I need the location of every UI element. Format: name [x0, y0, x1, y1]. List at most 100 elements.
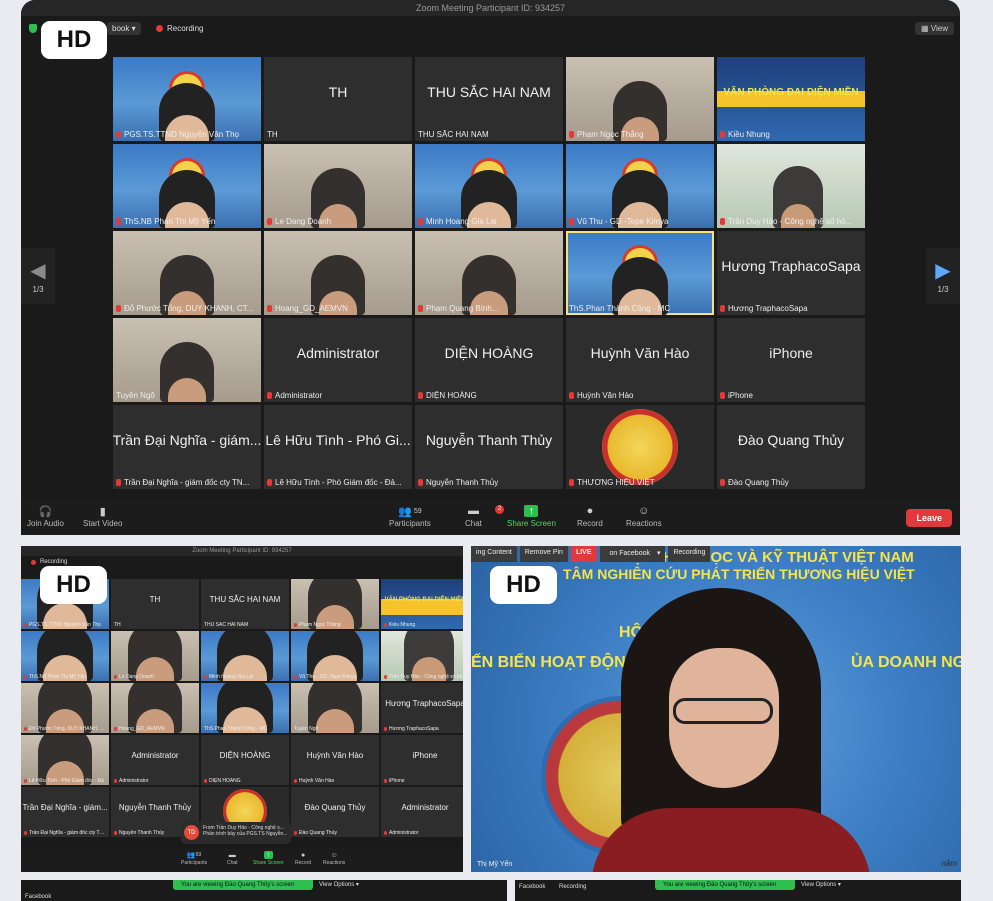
- share-screen-button[interactable]: ↑ Share Screen: [507, 505, 556, 528]
- chat-button[interactable]: ▬ 2 Chat: [465, 505, 504, 528]
- participant-tile[interactable]: Trần Đại Nghĩa - giám... Trần Đại Nghĩa -…: [21, 787, 109, 837]
- leave-button[interactable]: Leave: [906, 509, 952, 527]
- facebook-live-button[interactable]: Facebook: [25, 894, 51, 900]
- participant-tile[interactable]: Vũ Thu - GD -Tepe Kimya: [291, 631, 379, 681]
- participant-tile[interactable]: Tuyền Ngô: [113, 318, 261, 402]
- participants-button[interactable]: 👥 59 Participants: [181, 851, 207, 866]
- view-options-button[interactable]: View Options ▾: [801, 881, 841, 888]
- participant-tile[interactable]: Đỗ Phước Tống, DUY KHANH, CT...: [21, 683, 109, 733]
- participant-tile[interactable]: Trần Duy Hảo - Công nghệ số hó...: [717, 144, 865, 228]
- participant-tile[interactable]: Trần Đại Nghĩa - giám... Trần Đại Nghĩa -…: [113, 405, 261, 489]
- zoom-speaker-screenshot: HỘI KHOA HỌC VÀ KỸ THUẬT VIỆT NAM TÂM NG…: [471, 546, 961, 872]
- zoom-gallery-screenshot-small: Zoom Meeting Participant ID: 934257 Reco…: [21, 546, 463, 872]
- participant-tile[interactable]: ThS.NB Phan Thị Mỹ Yến: [113, 144, 261, 228]
- share-screen-button[interactable]: ↑ Share Screen: [253, 851, 284, 866]
- recording-indicator[interactable]: Recording: [668, 546, 711, 562]
- participant-tile[interactable]: Minh Hoang Gia Lai: [415, 144, 563, 228]
- remove-pin-button[interactable]: Remove Pin: [519, 546, 568, 562]
- record-button[interactable]: ● Record: [577, 505, 603, 528]
- participant-tile[interactable]: Le Dang Doanh: [264, 144, 412, 228]
- participant-tile[interactable]: iPhone iPhone: [717, 318, 865, 402]
- participant-tile[interactable]: ThS.Phan Thành Công - MC: [201, 683, 289, 733]
- participant-tile[interactable]: Hương TraphacoSapa Hương TraphacoSapa: [717, 231, 865, 315]
- view-button[interactable]: ▦ View: [915, 22, 954, 35]
- mic-muted-icon: [267, 218, 272, 225]
- recording-indicator[interactable]: Recording: [31, 559, 67, 565]
- participant-tile[interactable]: iPhone iPhone: [381, 735, 463, 785]
- participant-tile[interactable]: Đỗ Phước Tống, DUY KHANH, CT...: [113, 231, 261, 315]
- active-speaker-video: [591, 588, 871, 872]
- recording-indicator[interactable]: Recording: [559, 884, 586, 890]
- participant-tile[interactable]: Đào Quang Thủy Đào Quang Thủy: [717, 405, 865, 489]
- facebook-live-button[interactable]: Facebook: [519, 884, 545, 890]
- participant-tile[interactable]: THƯƠNG HIỆU VIỆT: [566, 405, 714, 489]
- live-badge[interactable]: LIVE: [570, 546, 597, 562]
- participant-name-label: Nguyễn Thanh Thủy: [418, 478, 560, 487]
- join-audio-button[interactable]: 🎧 Join Audio: [27, 505, 64, 529]
- participant-name-label: Trần Đại Nghĩa - giám đốc cty TN...: [24, 830, 106, 836]
- backdrop-year-text: năm: [941, 859, 957, 868]
- participant-tile[interactable]: THU SẮC HAI NAM THU SẮC HAI NAM: [415, 57, 563, 141]
- participant-tile[interactable]: VĂN PHÒNG ĐẠI DIỆN MIỀN Kiều Nhung: [381, 579, 463, 629]
- participant-name-label: Trần Duy Hảo - Công nghệ số hó...: [720, 217, 862, 226]
- chat-button[interactable]: ▬ Chat: [227, 851, 238, 867]
- participant-tile[interactable]: Hoang_GD_AEMVN: [111, 683, 199, 733]
- participant-tile[interactable]: Phạm Quang Bình...: [415, 231, 563, 315]
- participant-tile[interactable]: Huỳnh Văn Hào Huỳnh Văn Hào: [566, 318, 714, 402]
- view-options-button[interactable]: View Options ▾: [319, 881, 359, 888]
- participant-tile[interactable]: Tuyền Ngô: [291, 683, 379, 733]
- participant-tile[interactable]: Lê Hữu Tình - Phó Gi... Lê Hữu Tình - Phó…: [264, 405, 412, 489]
- participant-display-name: Huỳnh Văn Hào: [590, 345, 690, 361]
- participant-tile[interactable]: TH TH: [264, 57, 412, 141]
- participant-tile[interactable]: Nguyễn Thanh Thủy Nguyễn Thanh Thủy: [415, 405, 563, 489]
- viewing-screen-banner: You are viewing Đào Quang Thủy's screen: [173, 880, 313, 890]
- participant-name-label: DIỆN HOÀNG: [418, 391, 560, 400]
- start-video-button[interactable]: ▮ Start Video: [83, 505, 122, 529]
- participant-tile[interactable]: DIỆN HOÀNG DIỆN HOÀNG: [201, 735, 289, 785]
- participant-tile[interactable]: Administrator Administrator: [264, 318, 412, 402]
- record-button[interactable]: ● Record: [295, 851, 311, 867]
- participant-name-label: Tuyền Ngô: [294, 726, 319, 732]
- participant-tile[interactable]: Lê Hữu Tình - Phó Giám đốc - Đả: [21, 735, 109, 785]
- facebook-live-button[interactable]: on Facebook ▾: [599, 546, 666, 562]
- participant-display-name: Nguyễn Thanh Thủy: [425, 432, 553, 448]
- hd-badge: HD: [40, 566, 107, 604]
- participant-name-label: ThS.NB Phan Thị Mỹ Yến: [24, 674, 106, 680]
- participant-tile[interactable]: TH TH: [111, 579, 199, 629]
- participant-name-label: Minh Hoang Gia Lai: [204, 674, 286, 680]
- chat-notification[interactable]: TD From Trần Duy Hảo - Công nghệ s... Ph…: [181, 822, 291, 844]
- stop-sharing-content-button[interactable]: ing Content: [471, 546, 517, 562]
- next-page-button[interactable]: ▶ 1/3: [926, 248, 960, 304]
- participant-tile[interactable]: Administrator Administrator: [381, 787, 463, 837]
- participant-tile[interactable]: Minh Hoang Gia Lai: [201, 631, 289, 681]
- participant-name-label: PGS.TS.TTND Nguyễn Văn Thọ: [116, 130, 258, 139]
- participant-tile[interactable]: Phạm Ngọc Thắng: [566, 57, 714, 141]
- participant-tile[interactable]: Huỳnh Văn Hào Huỳnh Văn Hào: [291, 735, 379, 785]
- participant-tile[interactable]: ThS.Phan Thành Công - MC: [566, 231, 714, 315]
- participant-tile[interactable]: Phạm Ngọc Thắng: [291, 579, 379, 629]
- participant-tile[interactable]: Đào Quang Thủy Đào Quang Thủy: [291, 787, 379, 837]
- participant-tile[interactable]: ThS.NB Phan Thị Mỹ Yến: [21, 631, 109, 681]
- participant-tile[interactable]: Administrator Administrator: [111, 735, 199, 785]
- participant-tile[interactable]: VĂN PHÒNG ĐẠI DIỆN MIỀN Kiều Nhung: [717, 57, 865, 141]
- participant-tile[interactable]: DIỆN HOÀNG DIỆN HOÀNG: [415, 318, 563, 402]
- participant-tile[interactable]: Hương TraphacoSapa Hương TraphacoSapa: [381, 683, 463, 733]
- participant-tile[interactable]: Trần Duy Hảo - Công nghệ số hó: [381, 631, 463, 681]
- mic-muted-icon: [569, 392, 574, 399]
- participant-tile[interactable]: Hoang_GD_AEMVN: [264, 231, 412, 315]
- reactions-button[interactable]: ☺ Reactions: [323, 851, 345, 867]
- security-shield-icon[interactable]: [29, 24, 37, 33]
- recording-indicator[interactable]: Recording: [156, 24, 203, 33]
- facebook-live-button[interactable]: book ▾: [107, 22, 141, 35]
- reactions-button[interactable]: ☺ Reactions: [626, 505, 662, 528]
- participant-tile[interactable]: Vũ Thu - GD -Tepe Kimya: [566, 144, 714, 228]
- participant-tile[interactable]: PGS.TS.TTND Nguyễn Văn Thọ: [113, 57, 261, 141]
- mic-muted-icon: [294, 675, 297, 679]
- participant-tile[interactable]: Le Dang Doanh: [111, 631, 199, 681]
- participant-display-name: Trần Đại Nghĩa - giám...: [22, 803, 108, 812]
- participants-button[interactable]: 👥 59 Participants: [389, 505, 431, 529]
- participant-name-label: Lê Hữu Tình - Phó Giám đốc - Đả...: [267, 478, 409, 487]
- participant-tile[interactable]: THU SẮC HAI NAM THU SẮC HAI NAM: [201, 579, 289, 629]
- participant-name-label: Đỗ Phước Tống, DUY KHANH, CT...: [116, 304, 258, 313]
- previous-page-button[interactable]: ◀ 1/3: [21, 248, 55, 304]
